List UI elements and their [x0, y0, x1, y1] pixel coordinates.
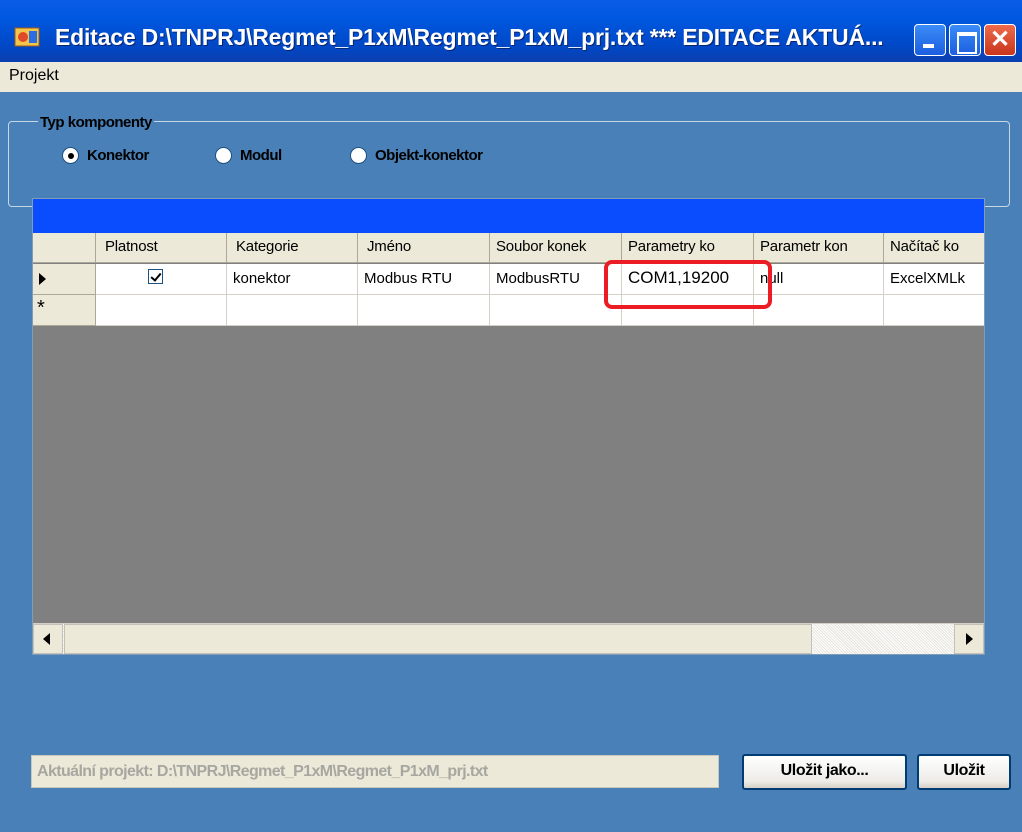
minimize-button[interactable] [914, 24, 946, 56]
new-row-selector[interactable]: * [33, 295, 96, 326]
horizontal-scrollbar[interactable] [33, 623, 984, 654]
column-header-kategorie[interactable]: Kategorie [227, 233, 358, 263]
component-type-group-title: Typ komponenty [38, 114, 154, 131]
current-row-arrow-icon [39, 273, 46, 285]
menu-bar: Projekt [0, 62, 1022, 92]
component-type-group [8, 121, 1010, 207]
grid-caption-bar [33, 199, 984, 233]
row-selector[interactable] [33, 264, 96, 295]
radio-label: Objekt-konektor [375, 146, 483, 164]
new-cell[interactable] [884, 295, 984, 326]
window-title: Editace D:\TNPRJ\Regmet_P1xM\Regmet_P1xM… [55, 24, 884, 50]
cell-platnost[interactable] [96, 264, 227, 295]
new-cell[interactable] [490, 295, 622, 326]
app-icon [14, 27, 40, 47]
highlight-annotation [604, 260, 772, 309]
radio-selected-icon [62, 146, 79, 164]
new-cell[interactable] [754, 295, 884, 326]
menu-item-projekt[interactable]: Projekt [9, 67, 59, 85]
components-grid[interactable]: Platnost Kategorie Jméno Soubor konek Pa… [32, 198, 985, 655]
new-row[interactable]: * [33, 295, 984, 326]
new-cell[interactable] [358, 295, 490, 326]
column-header-nacitac[interactable]: Načítač ko [884, 233, 984, 263]
radio-label: Konektor [87, 146, 149, 164]
project-path-field: Aktuální projekt: D:\TNPRJ\Regmet_P1xM\R… [31, 755, 719, 788]
cell-jmeno[interactable]: Modbus RTU [358, 264, 490, 295]
scroll-thumb[interactable] [64, 624, 812, 654]
save-as-button[interactable]: Uložit jako... [742, 754, 907, 790]
radio-unselected-icon [350, 146, 367, 164]
cell-soubor[interactable]: ModbusRTU [490, 264, 622, 295]
cell-parametr[interactable]: null [754, 264, 884, 295]
save-button[interactable]: Uložit [917, 754, 1011, 790]
radio-label: Modul [240, 146, 282, 164]
scroll-right-icon[interactable] [954, 624, 984, 654]
title-bar[interactable]: Editace D:\TNPRJ\Regmet_P1xM\Regmet_P1xM… [0, 0, 1022, 62]
row-header-corner [33, 233, 96, 263]
grid-header-row: Platnost Kategorie Jméno Soubor konek Pa… [33, 233, 984, 263]
maximize-button[interactable] [949, 24, 981, 56]
cell-kategorie[interactable]: konektor [227, 264, 358, 295]
new-cell[interactable] [96, 295, 227, 326]
column-header-parametry[interactable]: Parametry ko [622, 233, 754, 263]
column-header-platnost[interactable]: Platnost [96, 233, 227, 263]
radio-unselected-icon [215, 146, 232, 164]
close-button[interactable]: ✕ [984, 24, 1016, 56]
column-header-parametr[interactable]: Parametr kon [754, 233, 884, 263]
new-cell[interactable] [227, 295, 358, 326]
cell-nacitac[interactable]: ExcelXMLk [884, 264, 984, 295]
platnost-checkbox[interactable] [148, 269, 163, 284]
close-icon: ✕ [989, 26, 1011, 53]
column-header-soubor[interactable]: Soubor konek [490, 233, 622, 263]
radio-objekt-konektor[interactable]: Objekt-konektor [350, 145, 483, 165]
new-row-asterisk-icon: * [37, 297, 45, 319]
radio-modul[interactable]: Modul [215, 145, 282, 165]
column-header-jmeno[interactable]: Jméno [358, 233, 490, 263]
editor-window: Editace D:\TNPRJ\Regmet_P1xM\Regmet_P1xM… [0, 0, 1022, 832]
scroll-left-icon[interactable] [33, 624, 63, 654]
radio-konektor[interactable]: Konektor [62, 145, 149, 165]
table-row[interactable]: konektor Modbus RTU ModbusRTU COM1,19200… [33, 264, 984, 295]
